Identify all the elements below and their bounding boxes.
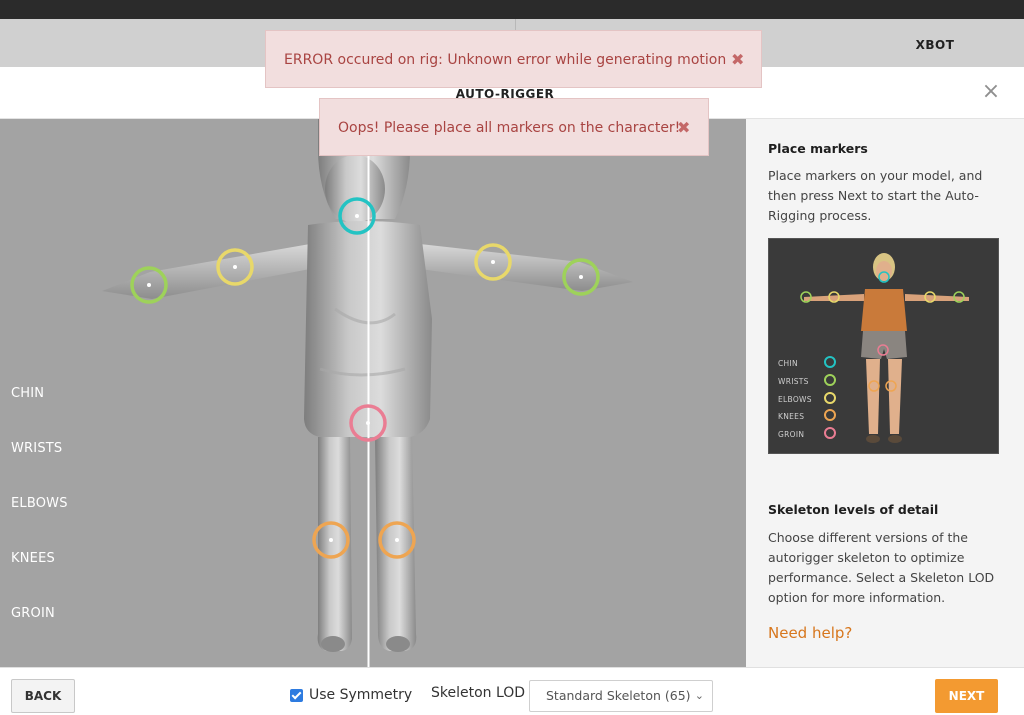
mini-legend-chin: CHIN [778,359,798,368]
preview-figure [800,253,969,443]
legend-wrists: WRISTS [11,441,63,456]
modal-footer: BACK Use Symmetry Skeleton LOD Standard … [0,667,1024,715]
warning-toast-close-icon[interactable]: ✖ [677,99,690,157]
back-button[interactable]: BACK [11,679,75,713]
mini-ring-knees [824,409,836,421]
error-toast-close-icon[interactable]: ✖ [731,31,744,89]
close-icon[interactable]: × [980,81,1002,103]
use-symmetry-label[interactable]: Use Symmetry [309,687,412,703]
warning-toast: Oops! Please place all markers on the ch… [319,98,709,156]
place-markers-title: Place markers [768,141,868,156]
mini-ring-chin [824,356,836,368]
mini-legend-knees: KNEES [778,412,805,421]
mini-legend-wrists: WRISTS [778,377,809,386]
skeleton-lod-value: Standard Skeleton (65) [546,688,691,703]
marker-preview-image: CHIN WRISTS ELBOWS KNEES GROIN [768,238,999,454]
instructions-panel: Place markers Place markers on your mode… [746,119,1024,667]
mini-ring-wrists [824,374,836,386]
legend-chin: CHIN [11,386,45,401]
symmetry-toggle[interactable]: Use Symmetry [290,685,412,705]
project-name: XBOT [915,38,955,52]
skeleton-lod-label: Skeleton LOD [431,685,526,701]
mini-ring-groin [824,427,836,439]
place-markers-text: Place markers on your model, and then pr… [768,168,983,223]
legend-knees: KNEES [11,551,55,566]
skeleton-lod-select[interactable]: Standard Skeleton (65) ⌄ [529,680,713,712]
mini-legend-elbows: ELBOWS [778,395,812,404]
warning-toast-text: Oops! Please place all markers on the ch… [338,120,681,136]
skeleton-lod-title: Skeleton levels of detail [768,502,939,517]
next-button[interactable]: NEXT [935,679,998,713]
error-toast-text: ERROR occured on rig: Unknown error whil… [284,52,727,68]
need-help-link[interactable]: Need help? [768,624,852,642]
mini-ring-elbows [824,392,836,404]
model-viewport[interactable]: CHIN WRISTS ELBOWS KNEES GROIN [0,119,746,667]
character-model[interactable] [0,119,746,667]
chevron-down-icon: ⌄ [694,689,704,702]
error-toast: ERROR occured on rig: Unknown error whil… [265,30,762,88]
auto-rigger-modal: AUTO-RIGGER × CHIN WRISTS ELBOWS KNEES G… [0,67,1024,715]
mini-legend-groin: GROIN [778,430,805,439]
app-top-bar [0,0,1024,19]
legend-groin: GROIN [11,606,55,621]
skeleton-lod-text: Choose different versions of the autorig… [768,530,995,605]
legend-elbows: ELBOWS [11,496,68,511]
use-symmetry-checkbox[interactable] [290,688,303,702]
